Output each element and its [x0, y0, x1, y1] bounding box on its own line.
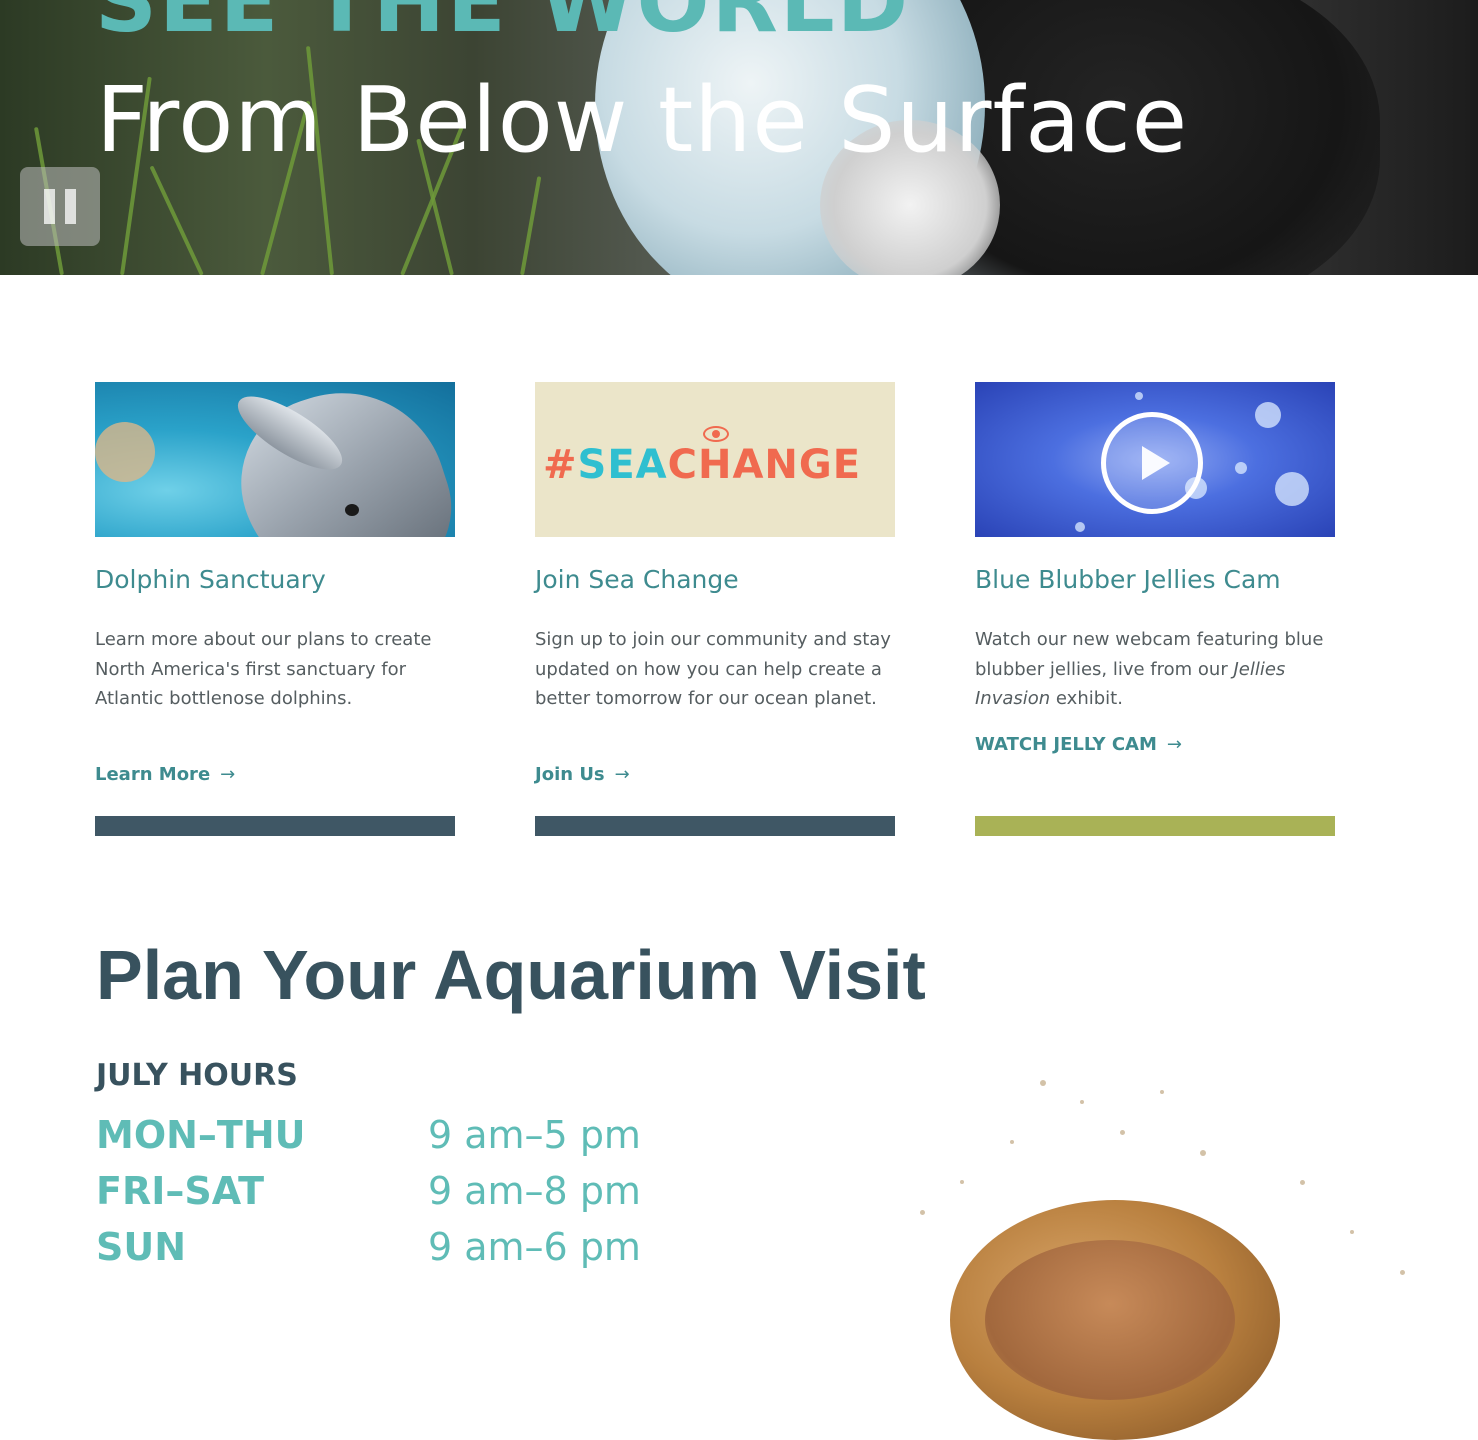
hours-time: 9 am–6 pm — [428, 1225, 641, 1269]
water-splash — [95, 422, 155, 482]
card-jellies-cam: Blue Blubber Jellies Cam Watch our new w… — [975, 382, 1335, 836]
sand-particle — [1300, 1180, 1305, 1185]
card-title[interactable]: Join Sea Change — [535, 565, 739, 594]
card-description: Learn more about our plans to create Nor… — [95, 629, 432, 709]
jelly-bubble — [1255, 402, 1281, 428]
sand-particle — [920, 1210, 925, 1215]
jelly-bubble — [1075, 522, 1085, 532]
sand-particle — [1010, 1140, 1014, 1144]
cta-label: Join Us — [535, 764, 605, 785]
join-us-link[interactable]: Join Us → — [535, 764, 630, 785]
jelly-bubble — [1135, 392, 1143, 400]
card-sea-change: #SEACHANGE Join Sea Change Sign up to jo… — [535, 382, 895, 836]
dolphin-eye — [345, 504, 359, 516]
hero-banner: SEE THE WORLD From Below the Surface — [0, 0, 1478, 275]
sand-particle — [960, 1180, 964, 1184]
hero-grass — [149, 165, 204, 275]
jelly-bubble — [1235, 462, 1247, 474]
arrow-right-icon: → — [220, 764, 236, 785]
sand-particle — [1200, 1150, 1206, 1156]
seachange-logo: #SEACHANGE — [543, 442, 862, 488]
sand-particle — [1350, 1230, 1354, 1234]
seachange-image[interactable]: #SEACHANGE — [535, 382, 895, 537]
sand-particle — [1080, 1100, 1084, 1104]
pause-icon — [44, 189, 55, 224]
hours-day: MON–THU — [96, 1113, 306, 1157]
sand-particle — [1120, 1130, 1125, 1135]
learn-more-link[interactable]: Learn More → — [95, 764, 235, 785]
dolphin-image[interactable] — [95, 382, 455, 537]
hours-time: 9 am–8 pm — [428, 1169, 641, 1213]
hours-day: FRI–SAT — [96, 1169, 265, 1213]
sand-particle — [1040, 1080, 1046, 1086]
arrow-right-icon: → — [614, 764, 630, 785]
cta-label: WATCH JELLY CAM — [975, 734, 1157, 755]
card-divider-bar — [535, 816, 895, 836]
hours-heading: JULY HOURS — [96, 1058, 298, 1093]
hero-headline-main: From Below the Surface — [96, 68, 1189, 173]
card-dolphin-sanctuary: Dolphin Sanctuary Learn more about our p… — [95, 382, 455, 836]
card-title[interactable]: Dolphin Sanctuary — [95, 565, 326, 594]
plan-visit-title: Plan Your Aquarium Visit — [96, 936, 926, 1014]
cta-label: Learn More — [95, 764, 211, 785]
play-icon[interactable] — [1101, 412, 1203, 514]
card-divider-bar — [95, 816, 455, 836]
card-divider-bar — [975, 816, 1335, 836]
sand-particle — [1400, 1270, 1405, 1275]
card-title[interactable]: Blue Blubber Jellies Cam — [975, 565, 1281, 594]
hero-grass — [520, 176, 542, 275]
pause-icon — [65, 189, 76, 224]
jelly-bubble — [1275, 472, 1309, 506]
jelly-cam-video-thumbnail[interactable] — [975, 382, 1335, 537]
hours-day: SUN — [96, 1225, 187, 1269]
watch-jelly-cam-link[interactable]: WATCH JELLY CAM → — [975, 734, 1182, 755]
card-description: Sign up to join our community and stay u… — [535, 629, 891, 709]
sand-particle — [1160, 1090, 1164, 1094]
card-description: Watch our new webcam featuring blue blub… — [975, 629, 1324, 709]
hero-headline-top: SEE THE WORLD — [95, 0, 911, 52]
crab-body — [985, 1240, 1235, 1400]
eye-icon — [703, 426, 729, 442]
arrow-right-icon: → — [1166, 734, 1182, 755]
hours-time: 9 am–5 pm — [428, 1113, 641, 1157]
pause-button[interactable] — [20, 167, 100, 246]
